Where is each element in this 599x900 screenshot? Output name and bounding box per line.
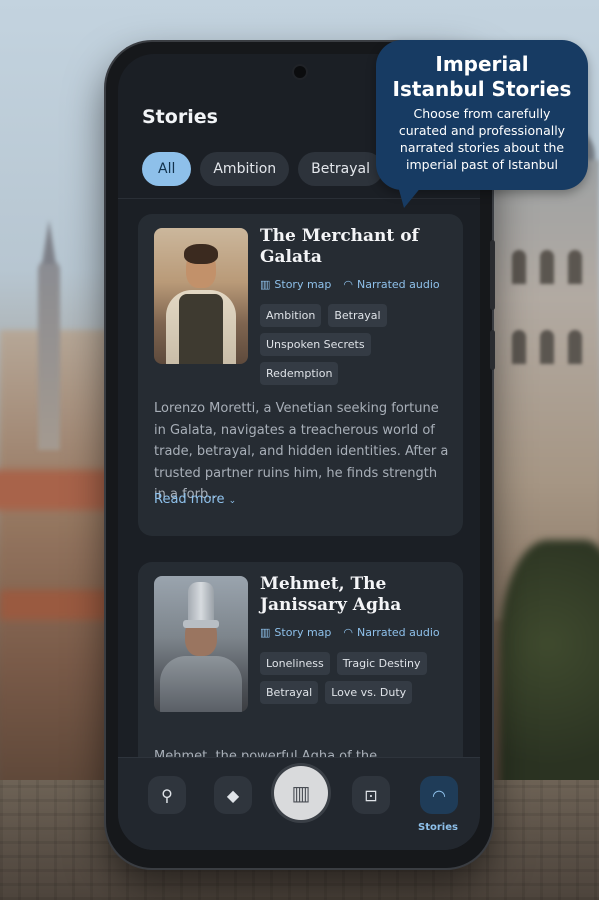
story-map-link[interactable]: ▥ Story map (260, 626, 331, 639)
tag: Betrayal (260, 681, 319, 704)
nav-map-button[interactable]: ▥ (274, 766, 328, 820)
pin-icon: ⚲ (161, 785, 173, 805)
narrated-audio-label: ◠ Narrated audio (343, 626, 440, 639)
story-title[interactable]: The Merchant of Galata (260, 226, 450, 268)
tag: Ambition (260, 304, 322, 327)
tag: Tragic Destiny (336, 652, 427, 675)
map-icon: ▥ (291, 781, 311, 805)
tag: Loneliness (260, 652, 330, 675)
story-meta: ▥ Story map ◠ Narrated audio (260, 626, 440, 639)
tag: Redemption (260, 362, 339, 385)
ticket-icon: ⊡ (364, 785, 378, 805)
story-cover-image (154, 576, 248, 712)
chip-ambition[interactable]: Ambition (200, 152, 290, 186)
diamond-icon: ◆ (226, 785, 240, 805)
tag: Love vs. Duty (325, 681, 413, 704)
story-map-link[interactable]: ▥ Story map (260, 278, 331, 291)
story-tags: Ambition Betrayal Unspoken Secrets Redem… (260, 304, 456, 385)
minaret-image (38, 220, 60, 450)
nav-tickets-button[interactable]: ⊡ (352, 776, 390, 814)
story-meta: ▥ Story map ◠ Narrated audio (260, 278, 440, 291)
narrated-audio-label: ◠ Narrated audio (343, 278, 440, 291)
story-description: Lorenzo Moretti, a Venetian seeking fort… (154, 401, 449, 502)
chevron-down-icon: ⌄ (228, 496, 237, 506)
read-more-button[interactable]: Read more ⌄ (154, 492, 236, 507)
story-tags: Loneliness Tragic Destiny Betrayal Love … (260, 652, 456, 704)
bottom-navigation: ⚲ ◆ ▥ ⊡ ◠ Stories (118, 757, 480, 850)
story-card[interactable]: The Merchant of Galata ▥ Story map ◠ Narra… (138, 214, 463, 536)
story-cover-image (154, 228, 248, 364)
nav-stories-label: Stories (418, 822, 458, 833)
page-title: Stories (142, 106, 218, 128)
promo-title: Imperial Istanbul Stories (392, 52, 572, 101)
tag: Unspoken Secrets (260, 333, 371, 356)
promo-text: Choose from carefully curated and profes… (398, 106, 566, 172)
nav-explore-button[interactable]: ⚲ (148, 776, 186, 814)
chip-all[interactable]: All (142, 152, 192, 186)
tag: Betrayal (328, 304, 387, 327)
map-icon: ▥ (260, 278, 271, 291)
promo-speech-bubble: Imperial Istanbul Stories Choose from ca… (376, 40, 588, 208)
nav-stories-button[interactable]: ◠ (420, 776, 458, 814)
nav-diamond-button[interactable]: ◆ (214, 776, 252, 814)
camera-icon (294, 66, 306, 78)
headphones-icon: ◠ (343, 278, 354, 291)
map-icon: ▥ (260, 626, 271, 639)
headphones-icon: ◠ (343, 626, 354, 639)
story-title[interactable]: Mehmet, The Janissary Agha (260, 574, 450, 616)
headphones-icon: ◠ (432, 785, 446, 805)
chip-betrayal[interactable]: Betrayal (298, 152, 383, 186)
